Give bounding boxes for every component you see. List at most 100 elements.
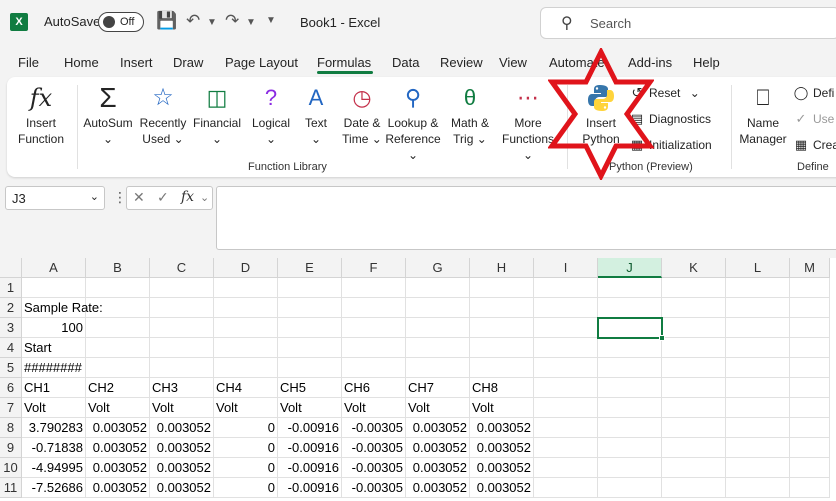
tab-draw[interactable]: Draw (173, 55, 203, 70)
cell-d8[interactable]: 0 (214, 418, 278, 438)
more-options-icon[interactable]: ⋮ (113, 189, 127, 206)
cell-j11[interactable] (598, 478, 662, 498)
cell-a5[interactable]: ######## (22, 358, 86, 378)
row-header-4[interactable]: 4 (0, 338, 22, 358)
cell-g4[interactable] (406, 338, 470, 358)
customize-toolbar-icon[interactable]: ▼ (266, 15, 276, 26)
cell-c9[interactable]: 0.003052 (150, 438, 214, 458)
name-manager-button[interactable]: ⎕ Name Manager (737, 83, 789, 147)
tab-help[interactable]: Help (693, 55, 720, 70)
column-header-k[interactable]: K (662, 258, 726, 278)
save-icon[interactable]: 💾 (156, 11, 177, 31)
name-box[interactable]: J3 ⌄ (5, 186, 105, 210)
cell-g7[interactable]: Volt (406, 398, 470, 418)
cell-b4[interactable] (86, 338, 150, 358)
cell-h1[interactable] (470, 278, 534, 298)
cell-g5[interactable] (406, 358, 470, 378)
cell-g3[interactable] (406, 318, 470, 338)
cell-j10[interactable] (598, 458, 662, 478)
cell-c10[interactable]: 0.003052 (150, 458, 214, 478)
cell-g9[interactable]: 0.003052 (406, 438, 470, 458)
cell-c11[interactable]: 0.003052 (150, 478, 214, 498)
cell-j5[interactable] (598, 358, 662, 378)
cell-i5[interactable] (534, 358, 598, 378)
cell-a10[interactable]: -4.94995 (22, 458, 86, 478)
cell-e9[interactable]: -0.00916 (278, 438, 342, 458)
cell-l4[interactable] (726, 338, 790, 358)
tab-review[interactable]: Review (440, 55, 483, 70)
cell-b1[interactable] (86, 278, 150, 298)
cell-f1[interactable] (342, 278, 406, 298)
cell-l8[interactable] (726, 418, 790, 438)
cell-i9[interactable] (534, 438, 598, 458)
use-in-formula-button[interactable]: ✓ Use (793, 111, 835, 127)
cell-h9[interactable]: 0.003052 (470, 438, 534, 458)
row-header-11[interactable]: 11 (0, 478, 22, 498)
insert-function-icon[interactable]: fx (181, 189, 194, 205)
cell-d1[interactable] (214, 278, 278, 298)
row-header-7[interactable]: 7 (0, 398, 22, 418)
column-header-j[interactable]: J (598, 258, 662, 278)
cell-d3[interactable] (214, 318, 278, 338)
cell-f10[interactable]: -0.00305 (342, 458, 406, 478)
cell-f6[interactable]: CH6 (342, 378, 406, 398)
cell-l10[interactable] (726, 458, 790, 478)
cell-g10[interactable]: 0.003052 (406, 458, 470, 478)
lookup-reference-button[interactable]: ⚲ Lookup & Reference ⌄ (383, 83, 443, 163)
cell-f4[interactable] (342, 338, 406, 358)
cell-e6[interactable]: CH5 (278, 378, 342, 398)
tab-view[interactable]: View (499, 55, 527, 70)
cell-m6[interactable] (790, 378, 830, 398)
cell-b10[interactable]: 0.003052 (86, 458, 150, 478)
cell-k9[interactable] (662, 438, 726, 458)
cell-e7[interactable]: Volt (278, 398, 342, 418)
define-name-button[interactable]: ◯ Defi (793, 85, 835, 101)
cell-f8[interactable]: -0.00305 (342, 418, 406, 438)
cell-i7[interactable] (534, 398, 598, 418)
row-header-8[interactable]: 8 (0, 418, 22, 438)
column-header-h[interactable]: H (470, 258, 534, 278)
cell-e3[interactable] (278, 318, 342, 338)
cell-m2[interactable] (790, 298, 830, 318)
cell-e5[interactable] (278, 358, 342, 378)
cell-g2[interactable] (406, 298, 470, 318)
column-header-b[interactable]: B (86, 258, 150, 278)
column-header-e[interactable]: E (278, 258, 342, 278)
recently-used-button[interactable]: ☆ Recently Used ⌄ (137, 83, 189, 147)
formula-input[interactable] (216, 186, 836, 250)
cell-k1[interactable] (662, 278, 726, 298)
create-from-selection-button[interactable]: ▦ Crea (793, 137, 836, 153)
cell-g6[interactable]: CH7 (406, 378, 470, 398)
cell-e4[interactable] (278, 338, 342, 358)
cell-a6[interactable]: CH1 (22, 378, 86, 398)
cell-a8[interactable]: 3.790283 (22, 418, 86, 438)
cell-d7[interactable]: Volt (214, 398, 278, 418)
cell-j6[interactable] (598, 378, 662, 398)
cell-e2[interactable] (278, 298, 342, 318)
cell-c7[interactable]: Volt (150, 398, 214, 418)
autosum-button[interactable]: Σ AutoSum ⌄ (81, 83, 135, 147)
cell-c4[interactable] (150, 338, 214, 358)
cell-h4[interactable] (470, 338, 534, 358)
cell-a4[interactable]: Start (22, 338, 86, 358)
undo-dropdown-icon[interactable]: ▼ (207, 17, 217, 28)
cell-g1[interactable] (406, 278, 470, 298)
column-header-i[interactable]: I (534, 258, 598, 278)
cell-b11[interactable]: 0.003052 (86, 478, 150, 498)
tab-data[interactable]: Data (392, 55, 419, 70)
cell-a11[interactable]: -7.52686 (22, 478, 86, 498)
cell-a3[interactable]: 100 (22, 318, 86, 338)
cell-i10[interactable] (534, 458, 598, 478)
cell-a1[interactable] (22, 278, 86, 298)
cell-m7[interactable] (790, 398, 830, 418)
cell-d4[interactable] (214, 338, 278, 358)
cell-d5[interactable] (214, 358, 278, 378)
cell-c2[interactable] (150, 298, 214, 318)
row-header-3[interactable]: 3 (0, 318, 22, 338)
redo-dropdown-icon[interactable]: ▼ (246, 17, 256, 28)
cell-h6[interactable]: CH8 (470, 378, 534, 398)
cell-i6[interactable] (534, 378, 598, 398)
cell-e1[interactable] (278, 278, 342, 298)
logical-button[interactable]: ? Logical ⌄ (247, 83, 295, 147)
text-button[interactable]: A Text ⌄ (295, 83, 337, 147)
